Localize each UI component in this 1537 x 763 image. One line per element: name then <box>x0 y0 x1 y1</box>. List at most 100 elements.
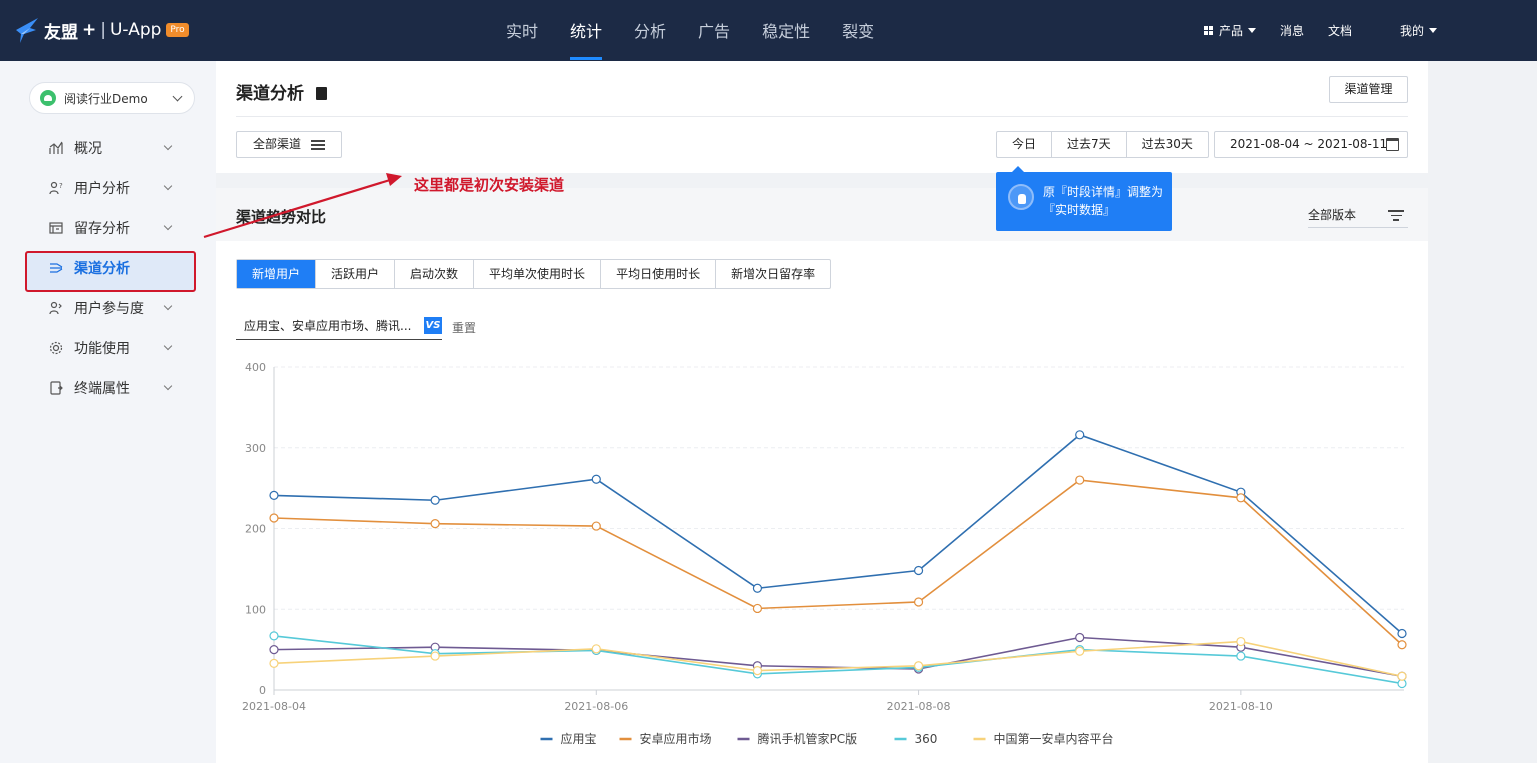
data-point <box>1075 475 1085 485</box>
x-tick-label: 2021-08-08 <box>887 700 951 713</box>
data-point <box>1075 646 1085 656</box>
sidebar-item-label: 终端属性 <box>74 381 130 397</box>
engagement-icon <box>49 301 63 315</box>
nav-fission[interactable]: 裂变 <box>826 0 890 61</box>
data-point <box>591 644 601 654</box>
series-line <box>273 635 1403 685</box>
grid-icon <box>1203 26 1213 35</box>
messages-link[interactable]: 消息 <box>1280 22 1304 39</box>
date-range-picker[interactable]: 2021-08-04 ~ 2021-08-11 <box>1214 131 1408 158</box>
trend-panel: 新增用户 活跃用户 启动次数 平均单次使用时长 平均日使用时长 新增次日留存率 … <box>216 241 1428 763</box>
channel-manage-button[interactable]: 渠道管理 <box>1329 76 1408 103</box>
tooltip-line-1: 原『时段详情』调整为 <box>1043 185 1164 199</box>
x-tick-label: 2021-08-04 <box>242 700 306 713</box>
caret-down-icon <box>1429 28 1437 33</box>
right-nav: 产品 消息 文档 我的 <box>1180 0 1437 61</box>
version-select[interactable]: 全部版本 <box>1308 206 1408 228</box>
data-point <box>1397 640 1407 650</box>
filter-icon <box>1388 210 1404 222</box>
data-point <box>1236 651 1246 661</box>
sidebar-item-engagement[interactable]: 用户参与度 <box>0 288 216 328</box>
sidebar-item-label: 渠道分析 <box>74 261 130 277</box>
data-point <box>913 661 924 671</box>
user-menu[interactable]: 我的 <box>1400 22 1437 39</box>
y-tick-label: 300 <box>245 442 266 455</box>
series-line <box>273 479 1403 646</box>
range-30days-button[interactable]: 过去30天 <box>1127 132 1208 157</box>
tooltip-popover: 原『时段详情』调整为 『实时数据』 <box>996 166 1172 231</box>
y-tick-label: 200 <box>245 523 266 536</box>
tab-avg-daily-duration[interactable]: 平均日使用时长 <box>601 260 717 288</box>
sidebar-item-feature-usage[interactable]: 功能使用 <box>0 328 216 368</box>
vs-icon[interactable]: VS <box>424 317 442 334</box>
data-point <box>430 495 440 505</box>
legend-label: 腾讯手机管家PC版 <box>758 731 858 746</box>
date-range-value: 2021-08-04 ~ 2021-08-11 <box>1230 137 1388 151</box>
data-point <box>1397 671 1407 681</box>
annotation-text: 这里都是初次安装渠道 <box>414 176 565 194</box>
device-icon <box>49 381 63 395</box>
data-point <box>1236 493 1246 503</box>
x-tick-label: 2021-08-10 <box>1209 700 1273 713</box>
sidebar-item-device-attributes[interactable]: 终端属性 <box>0 368 216 408</box>
chevron-down-icon <box>163 341 173 351</box>
trend-line-chart: 0 100 200 300 400 2021-08-04 2021-08-06 2021-08… <box>242 361 1407 746</box>
data-point <box>430 651 440 661</box>
user-menu-label: 我的 <box>1399 24 1424 38</box>
nav-analysis[interactable]: 分析 <box>618 0 682 61</box>
product-menu[interactable]: 产品 <box>1203 22 1256 39</box>
tooltip-line-2: 『实时数据』 <box>1043 203 1116 217</box>
data-point <box>913 565 924 576</box>
data-point <box>591 474 601 484</box>
nav-stability[interactable]: 稳定性 <box>746 0 826 61</box>
legend-label: 应用宝 <box>561 731 597 746</box>
gear-icon <box>49 341 63 355</box>
docs-link[interactable]: 文档 <box>1328 22 1352 39</box>
data-point <box>430 519 440 529</box>
product-label: 产品 <box>1218 24 1243 38</box>
data-point <box>269 513 279 523</box>
tab-active-users[interactable]: 活跃用户 <box>316 260 396 288</box>
data-point <box>752 583 763 593</box>
data-point <box>913 597 924 607</box>
version-label: 全部版本 <box>1308 208 1357 222</box>
data-point <box>1397 628 1407 639</box>
nav-ads[interactable]: 广告 <box>682 0 746 61</box>
data-point <box>269 658 279 668</box>
data-point <box>269 631 279 641</box>
channel-compare-select[interactable]: 应用宝、安卓应用市场、腾讯... VS <box>236 316 442 340</box>
tab-avg-session-duration[interactable]: 平均单次使用时长 <box>474 260 602 288</box>
pointer-hand-icon <box>1008 184 1034 210</box>
legend-label: 安卓应用市场 <box>640 731 712 746</box>
reset-link[interactable]: 重置 <box>452 319 476 336</box>
x-tick-label: 2021-08-06 <box>564 700 628 713</box>
sidebar-item-label: 功能使用 <box>74 341 130 357</box>
range-buttons: 今日 过去7天 过去30天 <box>996 131 1209 158</box>
tab-next-day-retention[interactable]: 新增次日留存率 <box>716 260 830 288</box>
annotation-arrow <box>203 173 402 239</box>
range-today-button[interactable]: 今日 <box>997 132 1053 157</box>
y-tick-label: 0 <box>259 684 266 697</box>
tab-launches[interactable]: 启动次数 <box>395 260 475 288</box>
range-7days-button[interactable]: 过去7天 <box>1052 132 1127 157</box>
tab-new-users[interactable]: 新增用户 <box>237 260 317 288</box>
y-tick-label: 400 <box>245 361 266 374</box>
series-line <box>273 433 1403 635</box>
legend-label: 中国第一安卓内容平台 <box>994 731 1114 746</box>
data-point <box>1075 430 1085 440</box>
data-point <box>1075 632 1085 643</box>
metric-tabs: 新增用户 活跃用户 启动次数 平均单次使用时长 平均日使用时长 新增次日留存率 <box>236 259 832 289</box>
chevron-down-icon <box>163 301 173 311</box>
channel-compare-value: 应用宝、安卓应用市场、腾讯... <box>244 319 412 333</box>
calendar-icon <box>1386 138 1399 151</box>
data-point <box>1236 636 1246 647</box>
data-point <box>591 521 601 531</box>
data-point <box>269 645 279 655</box>
sidebar-item-label: 用户参与度 <box>74 301 144 317</box>
y-tick-label: 100 <box>245 603 266 616</box>
channel-flow-icon <box>49 261 63 275</box>
legend-label: 360 <box>915 732 938 746</box>
data-point <box>752 666 763 676</box>
data-point <box>752 603 763 614</box>
caret-down-icon <box>1247 28 1256 33</box>
